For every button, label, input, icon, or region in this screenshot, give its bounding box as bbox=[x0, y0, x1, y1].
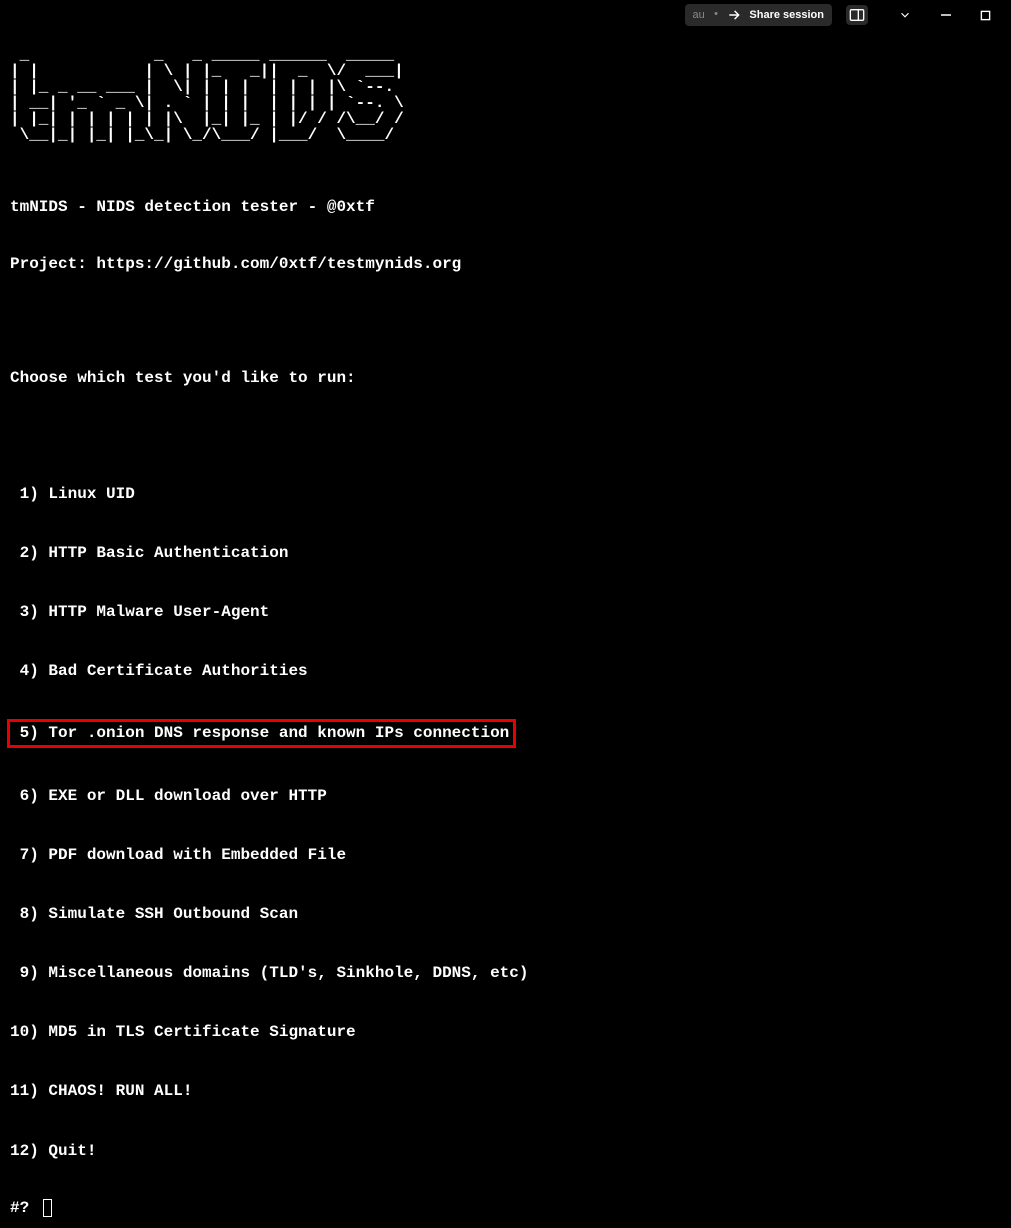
share-label: Share session bbox=[749, 9, 824, 21]
input-prompt-line[interactable]: #? bbox=[10, 1199, 1001, 1217]
menu-item-2: 2) HTTP Basic Authentication bbox=[10, 542, 1001, 564]
menu-item-3: 3) HTTP Malware User-Agent bbox=[10, 601, 1001, 623]
separator-dot: • bbox=[713, 9, 720, 21]
minimize-icon[interactable] bbox=[940, 9, 952, 21]
menu-item-4: 4) Bad Certificate Authorities bbox=[10, 660, 1001, 682]
menu-item-9: 9) Miscellaneous domains (TLD's, Sinkhol… bbox=[10, 962, 1001, 984]
app-title: tmNIDS - NIDS detection tester - @0xtf bbox=[10, 198, 1001, 216]
menu-prompt: Choose which test you'd like to run: bbox=[10, 369, 1001, 387]
share-prefix-text: au bbox=[693, 9, 705, 21]
title-bar: au • Share session bbox=[685, 0, 991, 30]
menu-item-6: 6) EXE or DLL download over HTTP bbox=[10, 785, 1001, 807]
project-url: Project: https://github.com/0xtf/testmyn… bbox=[10, 255, 1001, 273]
cursor-icon bbox=[43, 1199, 52, 1217]
share-session-button[interactable]: au • Share session bbox=[685, 4, 832, 26]
menu-item-12: 12) Quit! bbox=[10, 1140, 1001, 1162]
dropdown-chevron-icon[interactable] bbox=[898, 8, 912, 22]
menu-item-1: 1) Linux UID bbox=[10, 483, 1001, 505]
window-controls bbox=[898, 8, 991, 22]
maximize-icon[interactable] bbox=[980, 10, 991, 21]
panel-split-icon[interactable] bbox=[846, 5, 868, 25]
menu-item-7: 7) PDF download with Embedded File bbox=[10, 844, 1001, 866]
menu-item-8: 8) Simulate SSH Outbound Scan bbox=[10, 903, 1001, 925]
share-arrow-icon bbox=[727, 8, 741, 22]
menu-item-11: 11) CHAOS! RUN ALL! bbox=[10, 1080, 1001, 1102]
highlighted-menu-item: 5) Tor .onion DNS response and known IPs… bbox=[7, 719, 516, 747]
terminal-output: _ _ _ _____ ______ _____ | | | \ | |_ _|… bbox=[0, 0, 1011, 1228]
menu-item-10: 10) MD5 in TLS Certificate Signature bbox=[10, 1021, 1001, 1043]
ascii-logo: _ _ _ _____ ______ _____ | | | \ | |_ _|… bbox=[10, 47, 1001, 143]
menu-item-5: 5) Tor .onion DNS response and known IPs… bbox=[10, 724, 509, 742]
prompt-symbol: #? bbox=[10, 1199, 39, 1217]
